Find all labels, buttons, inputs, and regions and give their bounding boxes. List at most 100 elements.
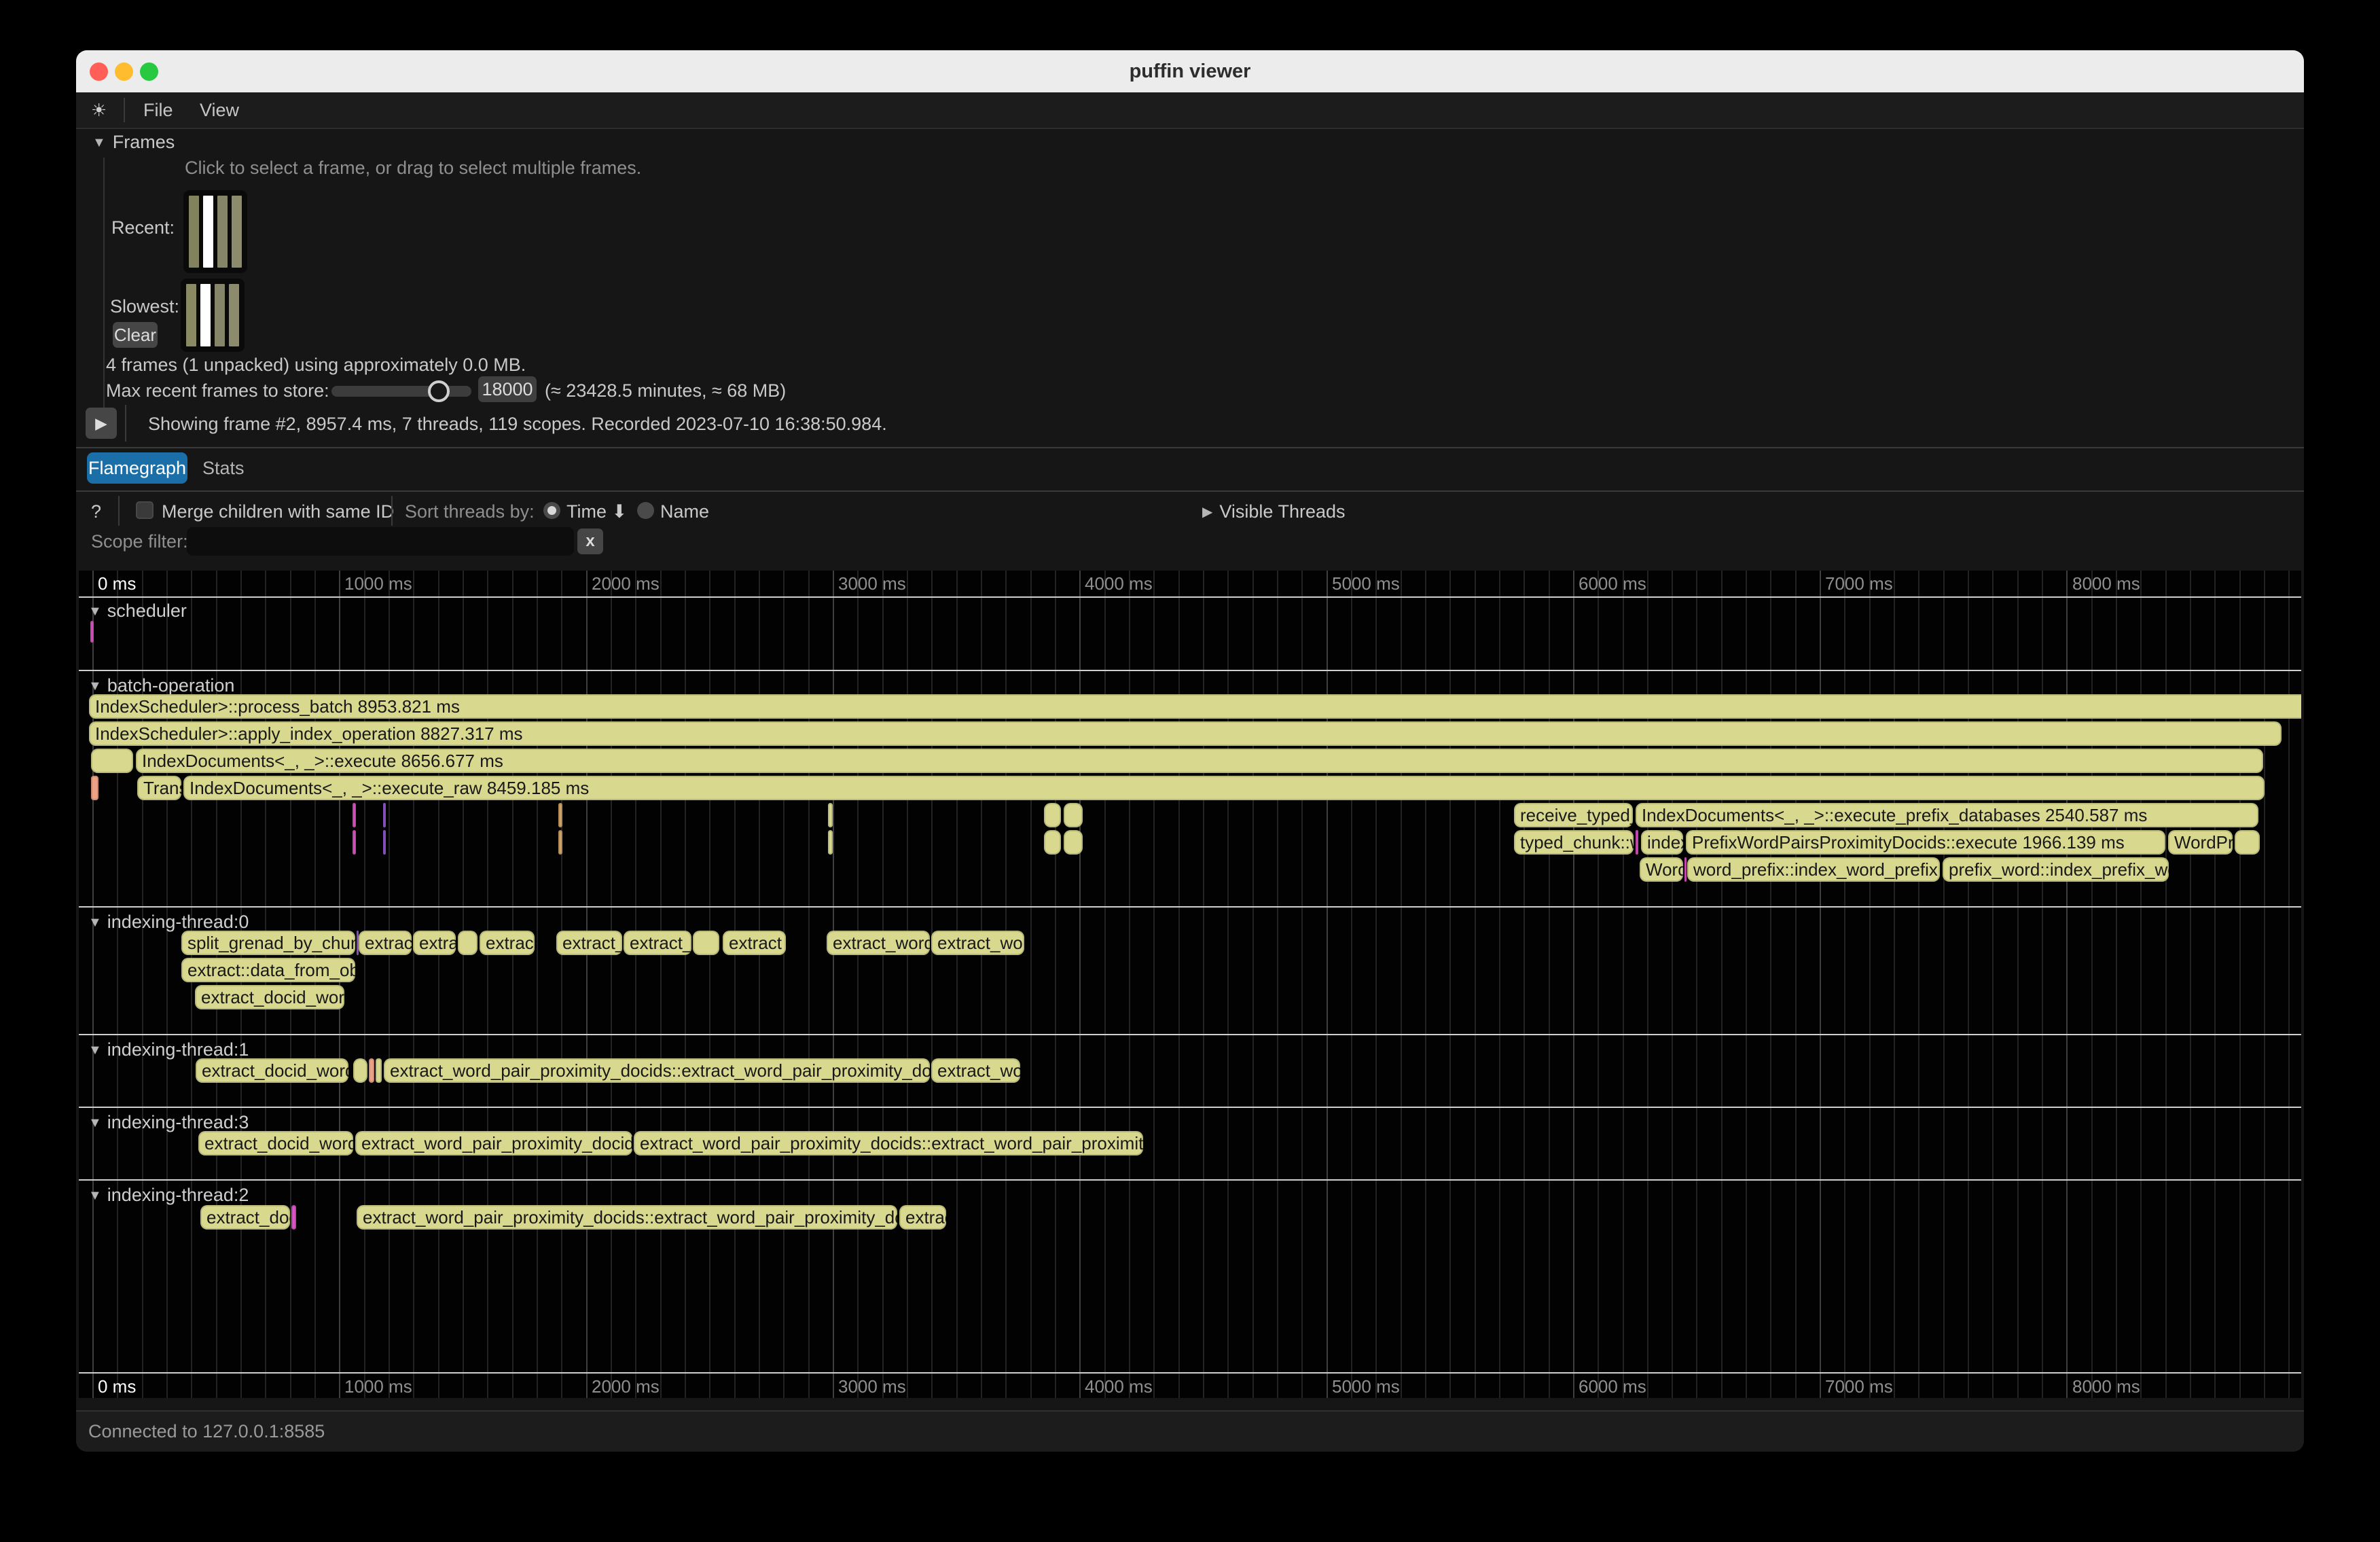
- max-frames-value[interactable]: 18000: [478, 376, 537, 402]
- scope-bar[interactable]: [353, 830, 356, 855]
- sort-name-label[interactable]: Name: [660, 501, 709, 522]
- scope-bar[interactable]: typed_chunk::w: [1514, 830, 1634, 855]
- scope-bar[interactable]: index: [1641, 830, 1683, 855]
- frames-section-header[interactable]: ▼Frames: [92, 132, 175, 153]
- scope-bar[interactable]: [91, 749, 133, 773]
- thread-group-header[interactable]: ▼scheduler: [88, 600, 187, 622]
- slider-knob[interactable]: [428, 380, 450, 402]
- scope-bar[interactable]: [353, 803, 356, 827]
- menu-view[interactable]: View: [200, 92, 239, 128]
- scope-bar[interactable]: [1636, 830, 1638, 855]
- scope-bar[interactable]: [458, 931, 477, 955]
- scope-filter-input[interactable]: [187, 527, 574, 556]
- sort-time-radio[interactable]: [543, 502, 560, 519]
- thread-group-header[interactable]: ▼indexing-thread:2: [88, 1185, 249, 1206]
- slowest-frame-thumbnail[interactable]: [181, 279, 245, 352]
- thread-group-header[interactable]: ▼indexing-thread:3: [88, 1112, 249, 1133]
- scope-bar[interactable]: [376, 1058, 382, 1083]
- scope-bar[interactable]: [90, 621, 94, 643]
- frame-bar-selected[interactable]: [200, 284, 211, 346]
- scope-bar[interactable]: IndexScheduler>::apply_index_operation 8…: [89, 721, 2282, 746]
- scope-bar[interactable]: IndexScheduler>::process_batch 8953.821 …: [89, 694, 2301, 719]
- thread-group-name: batch-operation: [107, 675, 235, 696]
- scope-bar[interactable]: Trans: [137, 776, 181, 800]
- scope-bar[interactable]: extract_: [556, 931, 622, 955]
- scope-bar[interactable]: [558, 830, 562, 855]
- scope-bar[interactable]: IndexDocuments<_, _>::execute_prefix_dat…: [1636, 803, 2258, 827]
- play-button[interactable]: ▶: [86, 408, 117, 439]
- scope-bar[interactable]: [353, 1058, 367, 1083]
- thread-group-header[interactable]: ▼indexing-thread:1: [88, 1039, 249, 1060]
- clear-button[interactable]: Clear: [113, 322, 158, 348]
- scope-bar[interactable]: extract_wo: [931, 1058, 1020, 1083]
- merge-children-checkbox[interactable]: [136, 501, 154, 519]
- flamegraph-canvas[interactable]: 0 ms1000 ms2000 ms3000 ms4000 ms5000 ms6…: [79, 571, 2301, 1398]
- scope-bar[interactable]: extract: [723, 931, 786, 955]
- titlebar: puffin viewer: [76, 50, 2304, 92]
- clear-filter-button[interactable]: x: [577, 528, 603, 554]
- frame-bar-selected[interactable]: [203, 196, 213, 268]
- scope-bar[interactable]: [291, 1205, 296, 1230]
- scope-bar[interactable]: extract_word_pair_proximity_docids::extr…: [357, 1205, 897, 1230]
- scope-bar[interactable]: [558, 803, 562, 827]
- scope-bar[interactable]: PrefixWordPairsProximityDocids::execute …: [1686, 830, 2165, 855]
- recent-frame-thumbnail[interactable]: [183, 190, 247, 273]
- scope-bar[interactable]: [369, 1058, 374, 1083]
- scope-bar[interactable]: Word: [1640, 857, 1683, 882]
- tab-flamegraph[interactable]: Flamegraph: [87, 452, 187, 484]
- merge-children-label[interactable]: Merge children with same ID: [162, 501, 394, 522]
- scope-bar[interactable]: extract_docid_word: [198, 1131, 353, 1155]
- frame-bar[interactable]: [229, 284, 239, 346]
- frame-bar[interactable]: [186, 284, 196, 346]
- scope-bar[interactable]: IndexDocuments<_, _>::execute 8656.677 m…: [136, 749, 2263, 773]
- scope-bar[interactable]: WordPr: [2168, 830, 2233, 855]
- frame-bar[interactable]: [215, 284, 225, 346]
- scope-bar[interactable]: word_prefix::index_word_prefix: [1687, 857, 1940, 882]
- scope-bar[interactable]: extract_: [624, 931, 691, 955]
- scope-bar[interactable]: [1064, 830, 1083, 855]
- help-button[interactable]: ?: [91, 501, 101, 522]
- scope-bar[interactable]: [828, 830, 833, 855]
- visible-threads-toggle[interactable]: ▶Visible Threads: [1202, 501, 1346, 522]
- frame-bar[interactable]: [217, 196, 228, 268]
- scope-bar[interactable]: extract: [359, 931, 412, 955]
- scope-bar[interactable]: receive_typed_: [1514, 803, 1633, 827]
- scope-bar[interactable]: extract::data_from_ob: [181, 958, 355, 982]
- scope-bar[interactable]: extract_doc: [200, 1205, 290, 1230]
- scope-bar[interactable]: extra: [413, 931, 456, 955]
- scope-bar[interactable]: [1044, 803, 1061, 827]
- scope-bar[interactable]: extrac: [899, 1205, 946, 1230]
- scope-bar[interactable]: [693, 931, 719, 955]
- frame-bar[interactable]: [189, 196, 199, 268]
- thread-group-header[interactable]: ▼indexing-thread:0: [88, 912, 249, 933]
- scope-bar[interactable]: split_grenad_by_chun: [181, 931, 355, 955]
- scope-bar[interactable]: extract_word_pair_proximity_docids::extr…: [634, 1131, 1143, 1155]
- scope-bar[interactable]: extract_word: [827, 931, 930, 955]
- scope-bar[interactable]: [1684, 857, 1687, 882]
- frame-bar[interactable]: [232, 196, 242, 268]
- axis-tick-label: 8000 ms: [2072, 1376, 2140, 1397]
- scope-bar[interactable]: [383, 803, 386, 827]
- scope-bar[interactable]: [828, 803, 833, 827]
- scope-bar[interactable]: extrac: [480, 931, 535, 955]
- thread-group-header[interactable]: ▼batch-operation: [88, 675, 234, 696]
- scope-bar[interactable]: extract_word_pair_proximity_docids::extr…: [384, 1058, 930, 1083]
- max-frames-slider[interactable]: [331, 386, 471, 397]
- scope-bar[interactable]: IndexDocuments<_, _>::execute_raw 8459.1…: [183, 776, 2265, 800]
- sort-name-radio[interactable]: [637, 502, 654, 519]
- scope-bar[interactable]: extract_docid_word: [196, 1058, 348, 1083]
- scope-bar[interactable]: [1044, 830, 1061, 855]
- scope-bar[interactable]: extract_word_pair_proximity_docids: [355, 1131, 632, 1155]
- theme-toggle-sun-icon[interactable]: ☀: [91, 92, 107, 128]
- sort-time-label[interactable]: Time ⬇: [566, 501, 627, 522]
- connection-status: Connected to 127.0.0.1:8585: [88, 1412, 2304, 1452]
- menu-file[interactable]: File: [143, 92, 173, 128]
- tab-stats[interactable]: Stats: [202, 452, 245, 484]
- scope-bar[interactable]: prefix_word::index_prefix_wo: [1943, 857, 2169, 882]
- scope-bar[interactable]: [383, 830, 386, 855]
- scope-bar[interactable]: extract_wo: [931, 931, 1024, 955]
- scope-bar[interactable]: [2235, 830, 2260, 855]
- scope-bar[interactable]: [91, 776, 98, 800]
- scope-bar[interactable]: extract_docid_word: [195, 985, 344, 1009]
- scope-bar[interactable]: [1064, 803, 1083, 827]
